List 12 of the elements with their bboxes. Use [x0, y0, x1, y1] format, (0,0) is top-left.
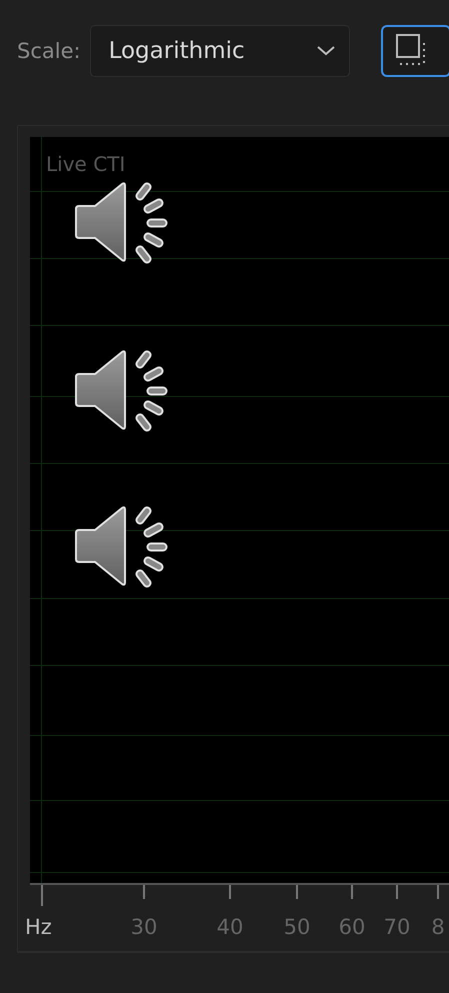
axis-unit: Hz: [25, 915, 52, 939]
overlay-label: Live CTI: [46, 152, 126, 176]
chevron-icon: [316, 46, 335, 56]
axis-tick-label: 40: [216, 915, 244, 939]
scale-label: Scale:: [17, 39, 81, 63]
view-button[interactable]: [380, 25, 449, 77]
axis-tick-label: 50: [284, 915, 310, 939]
scale-dropdown[interactable]: Logarithmic: [90, 25, 350, 77]
axis-tick-label: 70: [384, 915, 410, 939]
axis-tick-label: 8: [431, 915, 445, 939]
axis-tick-label: 30: [130, 915, 158, 939]
axis-tick-label: 60: [338, 915, 366, 939]
